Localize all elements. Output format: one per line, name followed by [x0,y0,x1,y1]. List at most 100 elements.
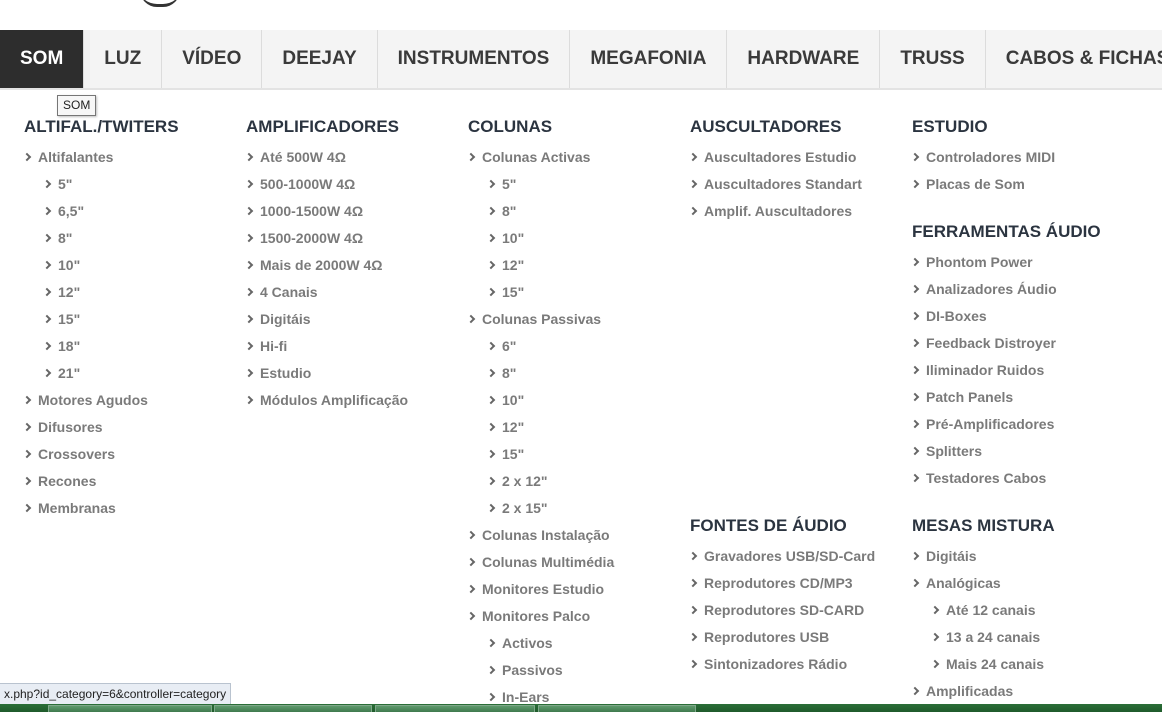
menu-subitem[interactable]: 10" [486,391,524,409]
menu-item[interactable]: Amplif. Auscultadores [688,202,852,220]
menu-item[interactable]: Crossovers [22,445,115,463]
menu-item[interactable]: Analógicas [910,574,1001,592]
tab-truss[interactable]: TRUSS [880,30,986,88]
tab-instrumentos[interactable]: INSTRUMENTOS [377,30,571,88]
menu-item[interactable]: Até 500W 4Ω [244,148,346,166]
menu-subitem[interactable]: 13 a 24 canais [930,628,1040,646]
menu-subitem[interactable]: 6,5" [42,202,84,220]
menu-item[interactable]: Mais de 2000W 4Ω [244,256,383,274]
menu-item[interactable]: Phontom Power [910,253,1033,271]
menu-item[interactable]: Módulos Amplificação [244,391,408,409]
menu-heading-amplificadores[interactable]: AMPLIFICADORES [246,117,399,137]
menu-subitem[interactable]: Passivos [486,661,563,679]
menu-item-label: Reprodutores CD/MP3 [704,575,853,591]
menu-item-label: DI-Boxes [926,308,987,324]
menu-item[interactable]: Colunas Activas [466,148,590,166]
chevron-right-icon [22,152,32,162]
menu-item[interactable]: Gravadores USB/SD-Card [688,547,875,565]
menu-subitem[interactable]: 18" [42,337,80,355]
menu-item[interactable]: Difusores [22,418,103,436]
menu-subitem[interactable]: 15" [42,310,80,328]
taskbar-button[interactable] [375,705,535,712]
menu-item[interactable]: Patch Panels [910,388,1013,406]
menu-subitem[interactable]: 8" [42,229,72,247]
menu-subitem[interactable]: 10" [42,256,80,274]
menu-item[interactable]: Auscultadores Standart [688,175,862,193]
menu-item[interactable]: 4 Canais [244,283,318,301]
menu-item[interactable]: Analizadores Áudio [910,280,1057,298]
menu-heading-fontes[interactable]: FONTES DE ÁUDIO [690,516,847,536]
menu-subitem[interactable]: Até 12 canais [930,601,1036,619]
menu-subitem[interactable]: 15" [486,283,524,301]
taskbar [0,704,1162,712]
menu-heading-estudio[interactable]: ESTUDIO [912,117,988,137]
menu-subitem[interactable]: 15" [486,445,525,463]
menu-item-label: 1500-2000W 4Ω [260,230,364,246]
menu-subitem[interactable]: 8" [486,364,516,382]
menu-item[interactable]: Reprodutores SD-CARD [688,601,864,619]
menu-item[interactable]: 1500-2000W 4Ω [244,229,364,247]
menu-item[interactable]: Monitores Palco [466,607,590,625]
menu-subitem[interactable]: 10" [486,229,524,247]
tab-hardware[interactable]: HARDWARE [727,30,881,88]
menu-heading-ferramentas[interactable]: FERRAMENTAS ÁUDIO [912,222,1101,242]
status-bar-url: x.php?id_category=6&controller=category [0,683,232,706]
menu-item[interactable]: Sintonizadores Rádio [688,655,847,673]
tab-cabos-fichas[interactable]: CABOS & FICHAS [985,30,1162,88]
menu-subitem[interactable]: 2 x 15" [486,499,548,517]
menu-item[interactable]: Iliminador Ruidos [910,361,1044,379]
logo-area[interactable] [0,0,1162,30]
menu-subitem[interactable]: Mais 24 canais [930,655,1044,673]
menu-item[interactable]: Placas de Som [910,175,1025,193]
menu-item[interactable]: Testadores Cabos [910,469,1046,487]
menu-heading-mesas[interactable]: MESAS MISTURA [912,516,1055,536]
menu-item[interactable]: Pré-Amplificadores [910,415,1054,433]
menu-item[interactable]: Splitters [910,442,982,460]
menu-item[interactable]: Controladores MIDI [910,148,1056,166]
menu-item[interactable]: Membranas [22,499,116,517]
menu-subitem[interactable]: 12" [42,283,80,301]
menu-subitem[interactable]: 8" [486,202,516,220]
menu-item[interactable]: Auscultadores Estudio [688,148,856,166]
menu-item[interactable]: Reprodutores USB [688,628,829,646]
menu-subitem[interactable]: Activos [486,634,553,652]
menu-item[interactable]: 500-1000W 4Ω [244,175,355,193]
menu-subitem[interactable]: 2 x 12" [486,472,548,490]
menu-heading-colunas[interactable]: COLUNAS [468,117,552,137]
menu-item[interactable]: Hi-fi [244,337,287,355]
menu-item[interactable]: Colunas Multimédia [466,553,614,571]
tab-megafonia[interactable]: MEGAFONIA [570,30,728,88]
menu-subitem[interactable]: 5" [42,175,72,193]
menu-subitem[interactable]: 12" [486,256,524,274]
menu-subitem[interactable]: 6" [486,337,516,355]
taskbar-button[interactable] [214,705,372,712]
taskbar-button[interactable] [538,705,696,712]
menu-subitem[interactable]: 21" [42,364,80,382]
menu-item[interactable]: 1000-1500W 4Ω [244,202,363,220]
menu-item[interactable]: Monitores Estudio [466,580,604,598]
menu-item[interactable]: Colunas Passivas [466,310,601,328]
menu-item[interactable]: Amplificadas [910,682,1013,700]
menu-item[interactable]: Digitáis [910,547,977,565]
menu-item[interactable]: Colunas Instalação [466,526,610,544]
tab-luz[interactable]: LUZ [84,30,163,88]
menu-item[interactable]: DI-Boxes [910,307,987,325]
menu-item-label: 15" [502,446,525,462]
taskbar-button[interactable] [48,705,212,712]
menu-item[interactable]: Digitáis [244,310,311,328]
chevron-right-icon [466,557,476,567]
menu-item[interactable]: Altifalantes [22,148,113,166]
menu-item-label: Controladores MIDI [926,149,1056,165]
menu-item[interactable]: Recones [22,472,96,490]
menu-heading-altifal[interactable]: ALTIFAL./TWITERS [24,117,179,137]
menu-item[interactable]: Estudio [244,364,311,382]
menu-item[interactable]: Feedback Distroyer [910,334,1056,352]
menu-subitem[interactable]: 12" [486,418,524,436]
menu-item[interactable]: Reprodutores CD/MP3 [688,574,853,592]
menu-subitem[interactable]: 5" [486,175,516,193]
tab-som[interactable]: SOM [0,30,85,88]
tab-video[interactable]: VÍDEO [162,30,263,88]
tab-deejay[interactable]: DEEJAY [262,30,378,88]
menu-item[interactable]: Motores Agudos [22,391,148,409]
menu-heading-auscultadores[interactable]: AUSCULTADORES [690,117,841,137]
